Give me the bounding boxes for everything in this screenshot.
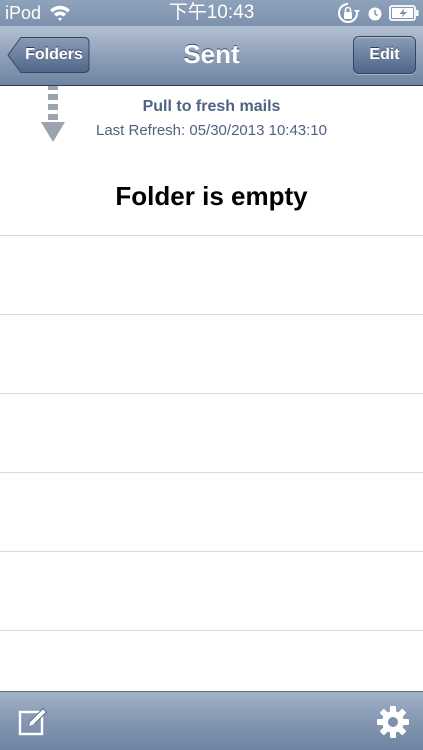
status-bar: iPod 下午10:43 bbox=[0, 0, 423, 26]
gear-icon[interactable] bbox=[376, 705, 410, 739]
bottom-toolbar bbox=[0, 691, 423, 750]
alarm-icon bbox=[368, 7, 382, 21]
folders-back-label: Folders bbox=[25, 46, 83, 63]
folders-back-button[interactable]: Folders bbox=[7, 36, 90, 74]
orientation-lock-icon bbox=[338, 3, 360, 23]
row-divider bbox=[0, 393, 423, 394]
row-divider bbox=[0, 235, 423, 236]
compose-icon[interactable] bbox=[17, 705, 49, 737]
row-divider bbox=[0, 472, 423, 473]
row-divider bbox=[0, 551, 423, 552]
row-divider bbox=[0, 314, 423, 315]
pull-to-refresh-label: Pull to fresh mails bbox=[142, 98, 281, 115]
empty-folder-message: Folder is empty bbox=[115, 181, 308, 211]
navigation-bar: Folders Sent Edit bbox=[0, 26, 423, 86]
edit-button[interactable]: Edit bbox=[353, 36, 416, 74]
battery-icon bbox=[389, 5, 419, 21]
mail-sent-folder-screen: iPod 下午10:43 Folders Sent Edit Pull to f… bbox=[0, 0, 423, 750]
row-divider bbox=[0, 630, 423, 631]
last-refresh-timestamp: Last Refresh: 05/30/2013 10:43:10 bbox=[95, 122, 327, 139]
page-title: Sent bbox=[183, 39, 240, 69]
